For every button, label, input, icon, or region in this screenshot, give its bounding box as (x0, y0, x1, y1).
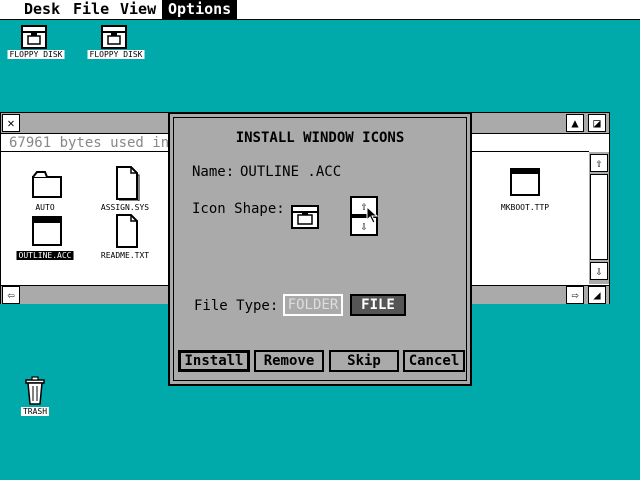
install-button[interactable]: Install (178, 350, 250, 372)
floppy-drive-icon (21, 25, 47, 49)
install-window-icons-dialog: INSTALL WINDOW ICONS Name: OUTLINE .ACC … (168, 112, 472, 386)
name-label: Name: (192, 164, 235, 180)
file-item-auto[interactable]: AUTO (5, 165, 85, 215)
remove-button[interactable]: Remove (254, 350, 324, 372)
vertical-scrollbar[interactable]: ⇧ ⇩ (589, 152, 609, 284)
window-sizer-up[interactable]: ▲ (566, 114, 584, 132)
document-icon (116, 214, 138, 248)
scroll-left-button[interactable]: ⇦ (2, 286, 20, 304)
arrow-down-icon: ⇩ (595, 264, 603, 278)
file-item-assign-sys[interactable]: ASSIGN.SYS (85, 165, 165, 215)
trash-can[interactable]: TRASH (0, 376, 72, 418)
menu-file[interactable]: File (67, 0, 115, 19)
file-item-outline-acc[interactable]: OUTLINE.ACC (5, 213, 85, 263)
scroll-up-button[interactable]: ⇧ (590, 154, 608, 172)
document-icon (116, 166, 140, 201)
fuller-icon: ◪ (593, 116, 601, 130)
window-fuller-button[interactable]: ◪ (588, 114, 606, 132)
file-name: README.TXT (100, 251, 150, 260)
window-size-button[interactable]: ◢ (588, 286, 606, 304)
size-box-icon: ◢ (593, 288, 601, 302)
file-item-readme-txt[interactable]: README.TXT (85, 213, 165, 263)
arrow-left-icon: ⇦ (7, 288, 15, 302)
file-type-label: File Type: (194, 298, 279, 314)
close-icon: ✕ (7, 116, 15, 130)
trash-label: TRASH (20, 407, 50, 416)
arrow-up-icon: ⇧ (595, 156, 603, 170)
file-type-file-option[interactable]: FILE (350, 294, 406, 316)
drive-label: FLOPPY DISK (7, 50, 65, 59)
drive-label: FLOPPY DISK (87, 50, 145, 59)
program-icon (510, 168, 540, 196)
file-name: ASSIGN.SYS (100, 203, 150, 212)
triangle-up-icon: ▲ (571, 116, 579, 130)
menu-bar: Desk File View Options (0, 0, 640, 20)
floppy-disk-drive-a[interactable]: FLOPPY DISK (0, 22, 72, 62)
cancel-button[interactable]: Cancel (403, 350, 465, 372)
program-icon (32, 216, 62, 246)
mouse-pointer-icon (366, 206, 379, 224)
folder-icon (32, 171, 62, 198)
floppy-drive-icon (101, 25, 127, 49)
scroll-right-button[interactable]: ⇨ (566, 286, 584, 304)
floppy-disk-drive-b[interactable]: FLOPPY DISK (80, 22, 152, 62)
file-item-mkboot-ttp[interactable]: MKBOOT.TTP (485, 165, 565, 215)
icon-shape-preview (291, 205, 319, 229)
dialog-frame (173, 117, 467, 381)
dialog-title: INSTALL WINDOW ICONS (235, 130, 405, 146)
skip-button[interactable]: Skip (329, 350, 399, 372)
file-name-selected: OUTLINE.ACC (16, 251, 74, 260)
menu-options[interactable]: Options (162, 0, 238, 19)
file-name: MKBOOT.TTP (500, 203, 550, 212)
window-close-button[interactable]: ✕ (2, 114, 20, 132)
scroll-thumb-vertical[interactable] (590, 174, 608, 260)
name-value: OUTLINE .ACC (240, 164, 342, 180)
scroll-down-button[interactable]: ⇩ (590, 262, 608, 280)
menu-desk[interactable]: Desk (18, 0, 66, 19)
menu-view[interactable]: View (114, 0, 162, 19)
trash-icon (25, 376, 45, 405)
file-type-folder-option[interactable]: FOLDER (283, 294, 343, 316)
file-name: AUTO (35, 203, 55, 212)
icon-shape-label: Icon Shape: (192, 201, 285, 217)
arrow-right-icon: ⇨ (571, 288, 579, 302)
